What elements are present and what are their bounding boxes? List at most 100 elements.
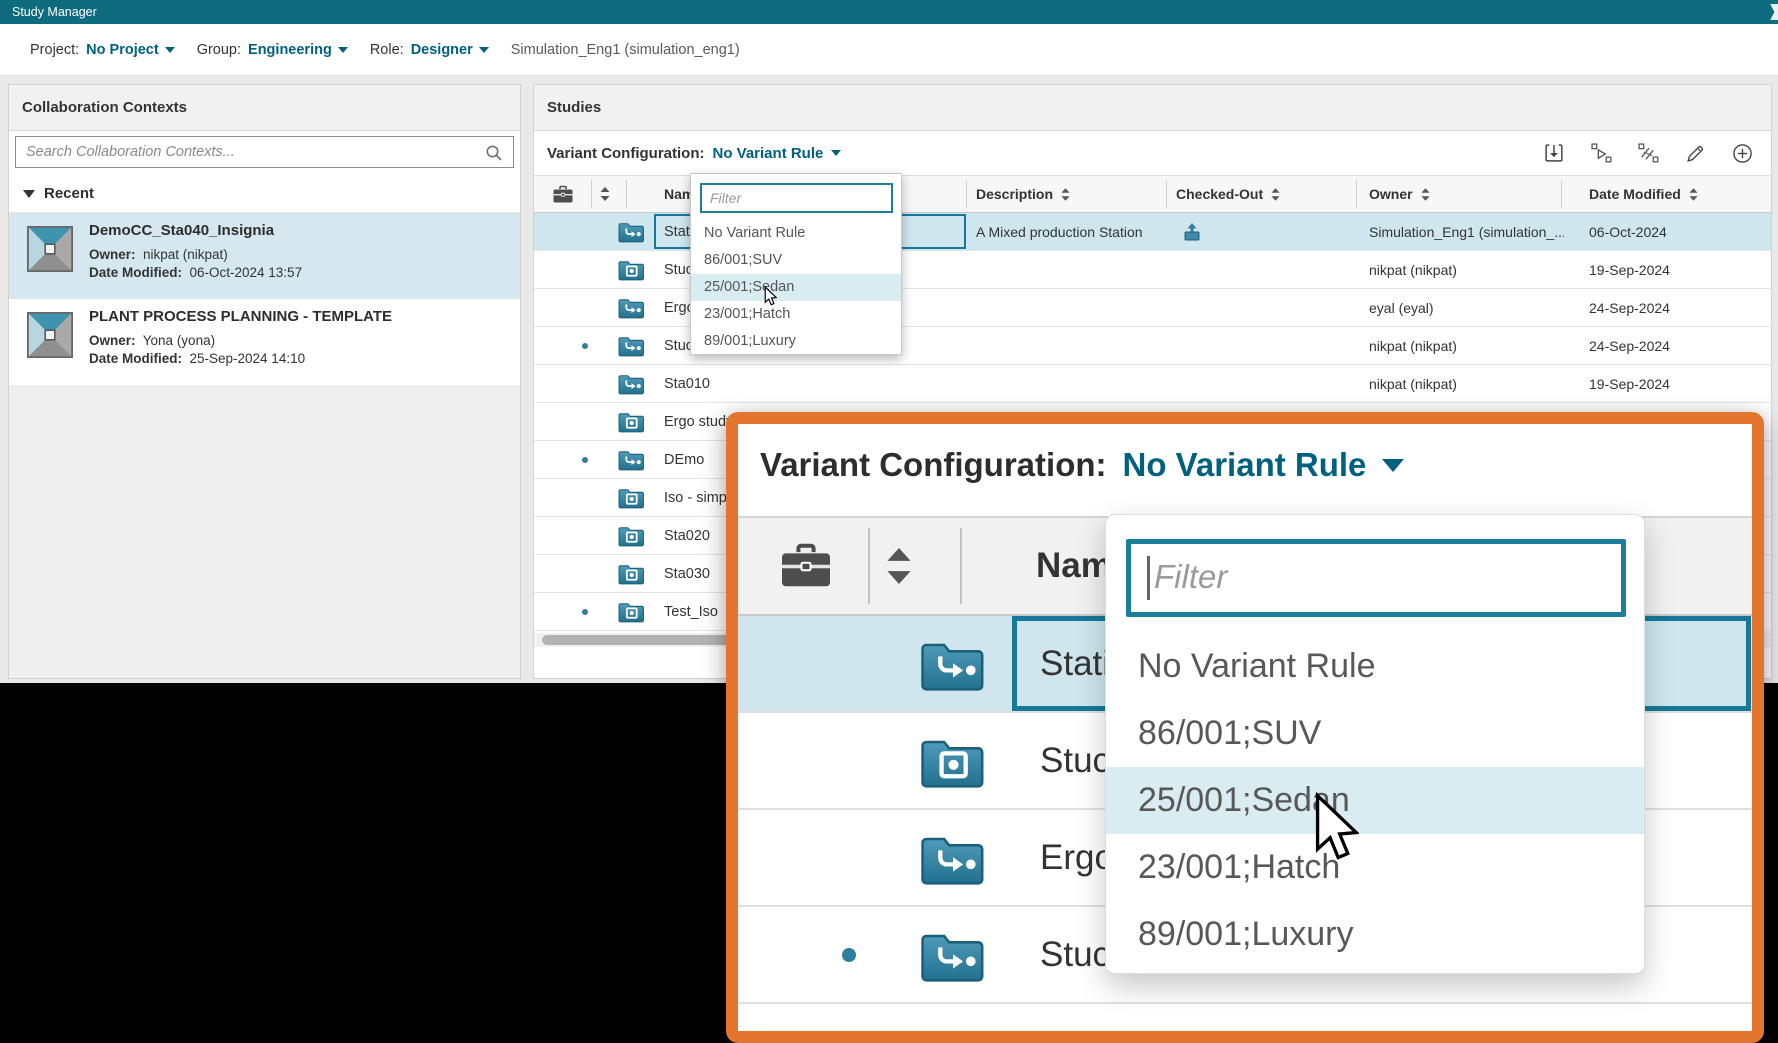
collaboration-context-icon (27, 312, 73, 358)
context-name: DemoCC_Sta040_Insignia (89, 222, 275, 239)
toolbox-icon (778, 542, 834, 590)
study-date-modified: 24-Sep-2024 (1589, 299, 1670, 316)
window-control-fragment (1770, 4, 1778, 20)
group-selector[interactable]: Group: Engineering (197, 42, 348, 58)
project-value[interactable]: No Project (86, 42, 159, 58)
chevron-down-icon[interactable] (831, 150, 842, 156)
header-divider (1166, 180, 1167, 208)
checked-out-icon (1182, 213, 1202, 250)
project-label: Project: (30, 41, 80, 58)
sort-icon[interactable] (1271, 187, 1280, 201)
project-selector[interactable]: Project: No Project (30, 42, 175, 58)
context-date-modified: Date Modified: 06-Oct-2024 13:57 (89, 265, 303, 280)
header-divider (1561, 180, 1562, 208)
variant-option[interactable]: No Variant Rule (691, 220, 901, 247)
chevron-down-icon (164, 46, 175, 53)
sort-icon[interactable] (1421, 187, 1430, 201)
header-divider (1356, 180, 1357, 208)
role-selector[interactable]: Role: Designer (370, 42, 489, 58)
station-icon (618, 365, 645, 402)
station-icon (920, 907, 986, 1002)
station-icon (618, 213, 645, 250)
table-row[interactable]: Sta010 nikpat (nikpat) 19-Sep-2024 (534, 365, 1771, 403)
variant-option: 89/001;Luxury (1138, 915, 1354, 953)
variant-config-label: Variant Configuration: (547, 144, 705, 162)
role-value[interactable]: Designer (411, 42, 473, 58)
variant-option[interactable]: 25/001;Sedan (691, 274, 901, 301)
panel-title: Studies (534, 85, 1771, 131)
study-owner: nikpat (nikpat) (1369, 375, 1457, 392)
sort-icon[interactable] (1061, 187, 1070, 201)
add-icon[interactable] (1732, 143, 1753, 164)
recent-section-header[interactable]: Recent (9, 175, 520, 213)
station-icon (618, 289, 645, 326)
inset-toolbar: Variant Configuration: No Variant Rule (738, 424, 1752, 516)
panel-title: Collaboration Contexts (9, 85, 520, 131)
create-study-icon[interactable] (1591, 142, 1612, 164)
variant-option[interactable]: 86/001;SUV (691, 247, 901, 274)
sort-icon[interactable] (1689, 187, 1698, 201)
collaboration-context-item[interactable]: PLANT PROCESS PLANNING - TEMPLATE Owner: … (9, 299, 520, 385)
search-box[interactable] (15, 136, 514, 168)
station-icon (618, 441, 645, 478)
toolbox-icon[interactable] (552, 176, 574, 212)
station-icon (920, 810, 986, 905)
station-icon (920, 616, 986, 711)
header-divider (960, 528, 962, 604)
modified-indicator-dot (582, 441, 588, 478)
study-name: Sta010 (1040, 1004, 1640, 1031)
search-row (9, 131, 520, 175)
column-header-checked-out[interactable]: Checked-Out (1176, 176, 1280, 212)
column-header-date-modified[interactable]: Date Modified (1589, 176, 1698, 212)
chevron-down-icon (1382, 458, 1405, 472)
modified-indicator-dot (842, 907, 856, 1002)
disconnect-study-icon[interactable] (1638, 142, 1659, 164)
variant-option: No Variant Rule (1138, 647, 1376, 685)
context-owner: Owner: Yona (yona) (89, 333, 216, 348)
variant-options-list: No Variant Rule 86/001;SUV 25/001;Sedan 23/… (1106, 633, 1644, 968)
search-icon[interactable] (485, 144, 503, 162)
chevron-down-icon (478, 46, 489, 53)
station-icon (618, 327, 645, 364)
variant-config-value[interactable]: No Variant Rule (713, 145, 824, 162)
search-input[interactable] (26, 137, 477, 167)
study-name: Sta010 (664, 375, 710, 392)
variant-config-label: Variant Configuration: (760, 446, 1107, 483)
study-description: A Mixed production Station (976, 223, 1143, 240)
header-divider (626, 180, 627, 208)
header-divider (966, 180, 967, 208)
studies-toolbar: Variant Configuration: No Variant Rule (534, 131, 1771, 175)
chevron-down-icon (337, 46, 348, 53)
study-icon (618, 517, 645, 554)
study-date-modified: 19-Sep-2024 (1589, 375, 1670, 392)
filter-box: Filter (1126, 539, 1626, 617)
group-value[interactable]: Engineering (248, 42, 332, 58)
study-icon (618, 555, 645, 592)
sort-indicator-column-icon (886, 548, 912, 584)
variant-option[interactable]: 89/001;Luxury (691, 328, 901, 355)
modified-indicator-dot (582, 327, 588, 364)
filter-input[interactable] (702, 185, 891, 211)
modified-indicator-dot (582, 593, 588, 630)
collaboration-context-item[interactable]: DemoCC_Sta040_Insignia Owner: nikpat (nik… (9, 213, 520, 299)
panel-filler (9, 385, 520, 666)
header-divider (868, 528, 870, 604)
variant-option[interactable]: 23/001;Hatch (691, 301, 901, 328)
column-header-owner[interactable]: Owner (1369, 176, 1430, 212)
group-label: Group: (196, 41, 242, 58)
recent-list: DemoCC_Sta040_Insignia Owner: nikpat (nik… (9, 213, 520, 385)
sort-indicator-column-icon[interactable] (600, 176, 610, 212)
inset-variant-dropdown: Filter No Variant Rule 86/001;SUV 25/001;S… (1105, 514, 1645, 974)
variant-option: 23/001;Hatch (1138, 848, 1341, 886)
edit-icon[interactable] (1685, 143, 1706, 164)
variant-options-list: No Variant Rule 86/001;SUV 25/001;Sedan 23/… (691, 220, 901, 355)
study-icon (618, 479, 645, 516)
column-header-description[interactable]: Description (976, 176, 1070, 212)
study-date-modified: 06-Oct-2024 (1589, 223, 1667, 240)
import-study-icon[interactable] (1544, 143, 1565, 164)
study-owner: nikpat (nikpat) (1369, 261, 1457, 278)
context-bar: Project: No Project Group: Engineering R… (0, 24, 1778, 76)
variant-option: 86/001;SUV (1138, 714, 1322, 752)
context-owner: Owner: nikpat (nikpat) (89, 247, 228, 262)
filter-box[interactable] (700, 183, 893, 213)
